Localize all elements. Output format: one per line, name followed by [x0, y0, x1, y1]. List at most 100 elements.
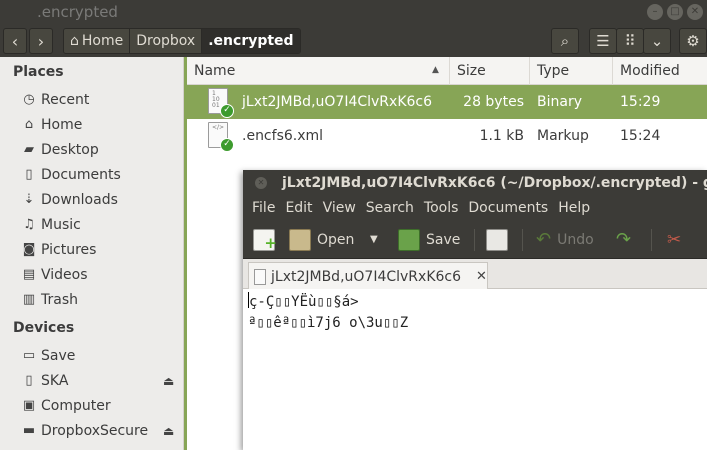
sidebar: Places ◷ Recent ⌂ Home ▰ Desktop ▯ Documents… — [0, 57, 184, 450]
undo-label: Undo — [557, 232, 594, 248]
close-icon[interactable]: ✕ — [687, 4, 703, 20]
menu-file[interactable]: File — [247, 196, 280, 221]
close-tab-icon[interactable]: ✕ — [476, 264, 487, 290]
sidebar-heading-devices: Devices — [13, 320, 75, 336]
sidebar-heading-places: Places — [13, 64, 64, 80]
menu-edit[interactable]: Edit — [280, 196, 317, 221]
folder-icon: ▰ — [24, 142, 34, 157]
document-icon: ▯ — [25, 167, 33, 182]
sidebar-item-label: DropboxSecure — [41, 423, 149, 439]
text-area[interactable]: ç-Ç▯▯YËù▯▯§á> ª▯▯êª▯▯ì7j6 o\3u▯▯Z — [243, 289, 707, 450]
drive-icon: ▬ — [22, 423, 36, 438]
breadcrumb-home[interactable]: ⌂ Home — [64, 29, 131, 53]
menu-documents[interactable]: Documents — [463, 196, 553, 221]
open-dropdown-button[interactable]: ▼ — [370, 227, 378, 253]
undo-button[interactable]: ↶ Undo — [536, 227, 594, 253]
print-button[interactable] — [486, 227, 508, 253]
text-line-content: ç-Ç▯▯YËù▯▯§á> — [249, 294, 359, 310]
new-document-icon — [253, 229, 277, 256]
file-row[interactable]: 1 10 01 ✓ jLxt2JMBd,uO7I4ClvRxK6c6 28 byte… — [187, 85, 707, 119]
menu-tools[interactable]: Tools — [419, 196, 464, 221]
file-name: .encfs6.xml — [242, 128, 324, 144]
sidebar-item-label: Computer — [41, 398, 111, 414]
camera-icon: ◙ — [22, 242, 36, 257]
breadcrumb-label: Home — [81, 33, 124, 49]
sidebar-item-label: Videos — [41, 267, 88, 283]
maximize-icon[interactable]: □ — [667, 4, 683, 20]
save-button[interactable]: Save — [398, 227, 460, 253]
breadcrumb-dropbox[interactable]: Dropbox — [130, 29, 203, 53]
list-view-button[interactable]: ☰ — [589, 28, 617, 54]
column-type[interactable]: Type — [530, 57, 613, 85]
sidebar-item-downloads[interactable]: ⇣ Downloads — [22, 189, 118, 211]
sidebar-item-label: Music — [41, 217, 81, 233]
editor-titlebar: jLxt2JMBd,uO7I4ClvRxK6c6 (~/Dropbox/.enc… — [243, 170, 707, 196]
sidebar-item-computer[interactable]: ▣ Computer — [22, 395, 111, 417]
toolbar-separator — [474, 229, 475, 251]
sidebar-item-desktop[interactable]: ▰ Desktop — [22, 139, 99, 161]
column-name[interactable]: Name — [187, 57, 450, 85]
eject-icon[interactable]: ⏏ — [163, 374, 174, 388]
sidebar-item-music[interactable]: ♫ Music — [22, 214, 81, 236]
text-line-content: ª▯▯êª▯▯ì7j6 o\3u▯▯Z — [248, 315, 409, 331]
forward-button[interactable]: › — [29, 28, 53, 54]
toolbar: ‹ › ⌂ Home Dropbox .encrypted ⌕ ☰ ⠿ ⌄ ⚙ — [0, 25, 707, 57]
file-type: Markup — [537, 128, 589, 144]
window-titlebar: .encrypted – □ ✕ — [0, 0, 707, 25]
document-tabs: jLxt2JMBd,uO7I4ClvRxK6c6 ✕ — [243, 259, 707, 290]
sidebar-item-trash[interactable]: ▥ Trash — [22, 289, 78, 311]
editor-window-title: jLxt2JMBd,uO7I4ClvRxK6c6 (~/Dropbox/.enc… — [282, 175, 707, 191]
column-header: Name ▲ Size Type Modified — [187, 57, 707, 85]
sidebar-item-recent[interactable]: ◷ Recent — [22, 89, 89, 111]
breadcrumb-encrypted[interactable]: .encrypted — [202, 29, 300, 53]
download-icon: ⇣ — [23, 192, 35, 207]
sidebar-item-label: SKA — [41, 373, 69, 389]
settings-button[interactable]: ⚙ — [679, 28, 707, 54]
scissors-icon: ✂ — [667, 230, 682, 250]
column-modified[interactable]: Modified — [613, 57, 707, 85]
search-icon: ⌕ — [560, 32, 570, 50]
view-options-button[interactable]: ⌄ — [643, 28, 671, 54]
sidebar-item-home[interactable]: ⌂ Home — [22, 114, 82, 136]
breadcrumb: ⌂ Home Dropbox .encrypted — [63, 28, 301, 54]
trash-icon: ▥ — [22, 292, 36, 307]
clock-icon: ◷ — [23, 92, 35, 107]
search-button[interactable]: ⌕ — [551, 28, 579, 54]
redo-button[interactable]: ↷ — [616, 227, 631, 253]
sidebar-item-documents[interactable]: ▯ Documents — [22, 164, 120, 186]
sync-check-icon: ✓ — [220, 138, 234, 152]
file-row[interactable]: </> ✓ .encfs6.xml 1.1 kB Markup 15:24 — [187, 119, 707, 153]
close-icon[interactable]: ✕ — [255, 177, 267, 189]
eject-icon[interactable]: ⏏ — [163, 424, 174, 438]
open-label: Open — [317, 232, 355, 248]
open-button[interactable]: Open — [289, 227, 354, 253]
grid-view-button[interactable]: ⠿ — [616, 28, 644, 54]
home-icon: ⌂ — [70, 33, 79, 49]
film-icon: ▤ — [22, 267, 36, 282]
sidebar-item-dropboxsecure[interactable]: ▬ DropboxSecure — [22, 420, 148, 442]
sidebar-item-videos[interactable]: ▤ Videos — [22, 264, 88, 286]
sidebar-item-label: Trash — [41, 292, 78, 308]
sidebar-item-ska[interactable]: ▯ SKA — [22, 370, 68, 392]
sidebar-item-label: Home — [41, 117, 83, 133]
triangle-down-icon: ▼ — [370, 234, 378, 245]
document-tab[interactable]: jLxt2JMBd,uO7I4ClvRxK6c6 ✕ — [248, 262, 488, 290]
menu-help[interactable]: Help — [553, 196, 595, 221]
home-icon: ⌂ — [24, 117, 34, 132]
file-size: 1.1 kB — [479, 128, 524, 144]
chevron-left-icon: ‹ — [11, 32, 19, 51]
menu-search[interactable]: Search — [361, 196, 419, 221]
computer-icon: ▣ — [22, 398, 36, 413]
menu-view[interactable]: View — [318, 196, 361, 221]
minimize-icon[interactable]: – — [647, 4, 663, 20]
sidebar-item-pictures[interactable]: ◙ Pictures — [22, 239, 97, 261]
sidebar-item-save[interactable]: ▭ Save — [22, 345, 76, 367]
editor-toolbar: Open ▼ Save ↶ Undo ↷ ✂ — [243, 221, 707, 259]
grid-icon: ⠿ — [624, 32, 636, 50]
back-button[interactable]: ‹ — [3, 28, 27, 54]
usb-drive-icon: ▯ — [25, 373, 33, 388]
new-document-button[interactable] — [253, 227, 277, 256]
column-size[interactable]: Size — [450, 57, 530, 85]
cut-button[interactable]: ✂ — [667, 227, 681, 253]
sidebar-item-label: Desktop — [41, 142, 99, 158]
